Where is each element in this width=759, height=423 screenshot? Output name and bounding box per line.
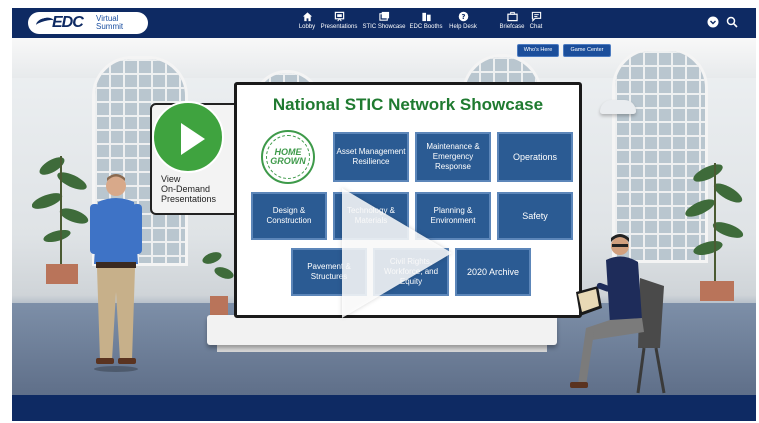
nav-presentations[interactable]: Presentations: [318, 11, 360, 30]
whos-here-button[interactable]: Who's Here: [517, 44, 559, 57]
tile-maintenance-emergency[interactable]: Maintenance & Emergency Response: [415, 132, 491, 182]
tile-operations[interactable]: Operations: [497, 132, 573, 182]
on-demand-line1: View: [161, 174, 181, 184]
home-grown-badge: HOME GROWN: [261, 130, 315, 184]
video-play-icon[interactable]: [342, 188, 452, 318]
chevron-down-icon[interactable]: [707, 16, 719, 28]
nav-chat-label: Chat: [529, 24, 543, 30]
logo-virtual-summit-text: Virtual Summit: [96, 15, 123, 31]
board-title: National STIC Network Showcase: [272, 95, 544, 114]
nav-edc-booths[interactable]: EDC Booths: [408, 11, 444, 30]
on-demand-line3: Presentations: [161, 194, 217, 204]
help-icon: ?: [458, 11, 468, 22]
tile-asset-management[interactable]: Asset Management Resilience: [333, 132, 409, 182]
on-demand-line2: On-Demand: [161, 184, 211, 194]
game-center-button[interactable]: Game Center: [563, 44, 611, 57]
edc-logo[interactable]: EDC Virtual Summit: [28, 12, 148, 34]
chat-icon: [531, 11, 541, 22]
briefcase-icon: [506, 11, 518, 22]
plant-small-left: [202, 252, 234, 316]
nav-stic-showcase-label: STIC Showcase: [362, 24, 406, 30]
logo-summit: Summit: [96, 22, 124, 31]
play-triangle-icon: [181, 123, 205, 155]
tile-design-construction[interactable]: Design & Construction: [251, 192, 327, 240]
stage-platform: [207, 315, 557, 345]
on-demand-presentations-sign[interactable]: View On-Demand Presentations: [150, 101, 240, 215]
nav-edc-booths-label: EDC Booths: [409, 24, 443, 30]
lobby-scene: Who's Here Game Center View On-Demand Pr…: [12, 38, 756, 395]
nav-presentations-label: Presentations: [320, 24, 358, 30]
nav-lobby-label: Lobby: [298, 24, 316, 30]
nav-stic-showcase[interactable]: STIC Showcase: [362, 11, 406, 30]
svg-text:?: ?: [461, 13, 465, 21]
search-icon[interactable]: [726, 16, 738, 28]
showcase-icon: [378, 11, 389, 21]
ceiling-lamp: [600, 100, 636, 114]
seated-man-reading: [570, 234, 666, 394]
virtual-summit-frame: EDC Virtual Summit Lobby Presentations S…: [12, 8, 756, 421]
tile-2020-archive[interactable]: 2020 Archive: [455, 248, 531, 296]
top-navigation-bar: EDC Virtual Summit Lobby Presentations S…: [12, 8, 756, 38]
home-icon: [302, 12, 312, 22]
presentation-icon: [334, 11, 344, 22]
nav-lobby[interactable]: Lobby: [296, 11, 318, 30]
logo-edc-text: EDC: [52, 14, 84, 31]
on-demand-play-button[interactable]: [152, 101, 224, 173]
nav-help-desk[interactable]: ? Help Desk: [446, 11, 480, 30]
nav-help-desk-label: Help Desk: [449, 24, 477, 30]
nav-chat[interactable]: Chat: [526, 11, 546, 30]
bottom-bar: [12, 395, 756, 421]
nav-briefcase-label: Briefcase: [499, 24, 525, 30]
nav-briefcase[interactable]: Briefcase: [498, 11, 526, 30]
on-demand-label: View On-Demand Presentations: [161, 174, 216, 204]
standing-presenter: [90, 174, 142, 372]
booth-icon: [421, 12, 431, 22]
